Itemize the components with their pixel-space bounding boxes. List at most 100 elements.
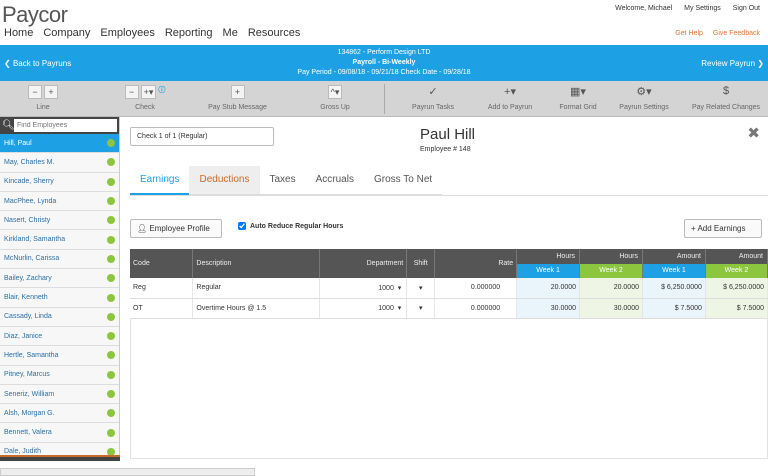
code-cell[interactable]: OT xyxy=(130,298,194,319)
department-value: 1000 xyxy=(378,284,394,292)
payrun-settings-button[interactable]: ⚙▾ Payrun Settings xyxy=(612,85,676,111)
amount-week2-cell[interactable]: $ 7.5000 xyxy=(705,298,768,319)
paycor-logo[interactable]: Paycor xyxy=(2,2,68,28)
hours-week1-cell[interactable]: 30.0000 xyxy=(516,298,581,319)
code-cell[interactable]: Reg xyxy=(130,278,194,299)
find-employees-input[interactable] xyxy=(14,119,117,132)
employee-number: Employee # 148 xyxy=(420,146,471,153)
employee-name-label: Hill, Paul xyxy=(4,139,32,147)
employee-name-label: Alsh, Morgan G. xyxy=(4,409,55,417)
employee-list-item[interactable]: Diaz, Janice xyxy=(0,326,119,347)
employee-list-item[interactable]: Hertle, Samantha xyxy=(0,346,119,366)
employee-list-item[interactable]: May, Charles M. xyxy=(0,153,119,173)
employee-list-item[interactable]: Kirkland, Samantha xyxy=(0,230,119,250)
description-cell[interactable]: Overtime Hours @ 1.5 xyxy=(192,298,321,319)
tab-deductions[interactable]: Deductions xyxy=(189,166,260,195)
amount-week2-cell[interactable]: $ 6,250.0000 xyxy=(705,278,768,299)
table-row[interactable]: OT Overtime Hours @ 1.5 1000 ▾ ▾ 0.00000… xyxy=(130,298,768,319)
employee-list-item[interactable]: Pitney, Marcus xyxy=(0,365,119,385)
add-to-payrun-button[interactable]: +▾ Add to Payrun xyxy=(480,85,540,111)
employee-name-label: Cassady, Linda xyxy=(4,313,52,321)
remove-check-button[interactable]: − xyxy=(124,85,139,99)
auto-reduce-checkbox[interactable] xyxy=(238,222,246,230)
gross-up-button[interactable]: ^▾ xyxy=(327,85,343,99)
department-select[interactable]: 1000 ▾ xyxy=(319,278,408,299)
format-grid-button[interactable]: ▦▾ Format Grid xyxy=(548,85,608,111)
browser-status-bar xyxy=(0,468,255,476)
toolbar-divider xyxy=(384,84,385,114)
nav-company[interactable]: Company xyxy=(43,27,90,39)
employee-list-item[interactable]: Seneriz, William xyxy=(0,384,119,405)
col-hours-week1[interactable]: Hours Week 1 xyxy=(516,249,581,278)
nav-resources[interactable]: Resources xyxy=(248,27,301,39)
earnings-table: Code Description Department Shift Rate H… xyxy=(130,249,768,319)
amount-week1-cell[interactable]: $ 7.5000 xyxy=(642,298,706,319)
employee-list-item[interactable]: Kincade, Sherry xyxy=(0,172,119,192)
check-select[interactable]: Check 1 of 1 (Regular) xyxy=(130,127,274,146)
my-settings-link[interactable]: My Settings xyxy=(684,5,721,12)
hours-week2-cell[interactable]: 30.0000 xyxy=(579,298,643,319)
employee-list-item[interactable]: Hill, Paul xyxy=(0,134,119,154)
tab-gross-to-net[interactable]: Gross To Net xyxy=(363,166,443,195)
employee-list-item[interactable]: Blair, Kenneth xyxy=(0,288,119,308)
add-earnings-button[interactable]: + Add Earnings xyxy=(684,219,762,238)
close-icon[interactable]: ✖ xyxy=(747,124,760,142)
give-feedback-link[interactable]: Give Feedback xyxy=(713,30,760,37)
col-code[interactable]: Code xyxy=(130,249,194,278)
add-check-button[interactable]: +▾ xyxy=(140,85,157,99)
get-help-link[interactable]: Get Help xyxy=(675,30,703,37)
pay-related-changes-button[interactable]: $ Pay Related Changes xyxy=(684,85,768,111)
col-department[interactable]: Department xyxy=(319,249,408,278)
shift-select[interactable]: ▾ xyxy=(406,298,436,319)
shift-select[interactable]: ▾ xyxy=(406,278,436,299)
employee-name-label: Nasert, Christy xyxy=(4,216,51,224)
employee-list-item[interactable]: Alsh, Morgan G. xyxy=(0,404,119,424)
review-payrun-link[interactable]: Review Payrun ❯ xyxy=(701,59,764,68)
rate-cell[interactable]: 0.000000 xyxy=(434,298,518,319)
employee-list-item[interactable]: McNurlin, Carissa xyxy=(0,249,119,270)
tab-earnings[interactable]: Earnings xyxy=(130,166,190,195)
employee-name-label: May, Charles M. xyxy=(4,158,55,166)
col-rate[interactable]: Rate xyxy=(434,249,518,278)
gear-icon: ⚙▾ xyxy=(636,86,652,98)
nav-employees[interactable]: Employees xyxy=(100,27,154,39)
add-pay-stub-message-button[interactable]: + xyxy=(230,85,245,99)
add-line-button[interactable]: + xyxy=(44,85,58,99)
department-select[interactable]: 1000 ▾ xyxy=(319,298,408,319)
table-row[interactable]: Reg Regular 1000 ▾ ▾ 0.000000 20.0000 20… xyxy=(130,278,768,299)
employee-list-item[interactable]: Bennett, Valera xyxy=(0,423,119,443)
amount-week1-cell[interactable]: $ 6,250.0000 xyxy=(642,278,706,299)
main-nav: Home Company Employees Reporting Me Reso… xyxy=(4,27,300,39)
status-dot-icon xyxy=(107,139,115,148)
rate-cell[interactable]: 0.000000 xyxy=(434,278,518,299)
caret-down-icon: ▾ xyxy=(395,305,404,312)
hours-week1-cell[interactable]: 20.0000 xyxy=(516,278,581,299)
review-label: Review Payrun xyxy=(701,59,756,68)
nav-me[interactable]: Me xyxy=(223,27,238,39)
col-shift[interactable]: Shift xyxy=(406,249,436,278)
search-icon[interactable]: 🔍︎ xyxy=(2,120,15,131)
remove-line-button[interactable]: − xyxy=(28,85,42,99)
payrun-tasks-button[interactable]: ✓ Payrun Tasks xyxy=(403,85,463,111)
col-description[interactable]: Description xyxy=(192,249,321,278)
nav-home[interactable]: Home xyxy=(4,27,33,39)
auto-reduce-checkbox-label[interactable]: Auto Reduce Regular Hours xyxy=(238,222,343,230)
employee-list-item[interactable]: Bailey, Zachary xyxy=(0,269,119,289)
employee-profile-button[interactable]: 👤︎ Employee Profile xyxy=(130,219,222,238)
hours-week2-cell[interactable]: 20.0000 xyxy=(579,278,643,299)
sign-out-link[interactable]: Sign Out xyxy=(733,5,760,12)
tab-taxes[interactable]: Taxes xyxy=(259,166,306,195)
col-amount-week1[interactable]: Amount Week 1 xyxy=(642,249,706,278)
status-dot-icon xyxy=(107,197,115,206)
tab-accruals[interactable]: Accruals xyxy=(305,166,364,195)
employee-name-label: Blair, Kenneth xyxy=(4,294,48,302)
employee-list-item[interactable]: Nasert, Christy xyxy=(0,211,119,231)
employee-list-item[interactable]: MacPhee, Lynda xyxy=(0,191,119,212)
info-icon[interactable]: ⓘ xyxy=(158,85,165,99)
employee-list-item[interactable]: Cassady, Linda xyxy=(0,307,119,327)
nav-reporting[interactable]: Reporting xyxy=(165,27,213,39)
description-cell[interactable]: Regular xyxy=(192,278,321,299)
col-hours-week2[interactable]: Hours Week 2 xyxy=(579,249,643,278)
back-to-payruns-link[interactable]: ❮ Back to Payruns xyxy=(4,59,71,68)
col-amount-week2[interactable]: Amount Week 2 xyxy=(705,249,768,278)
